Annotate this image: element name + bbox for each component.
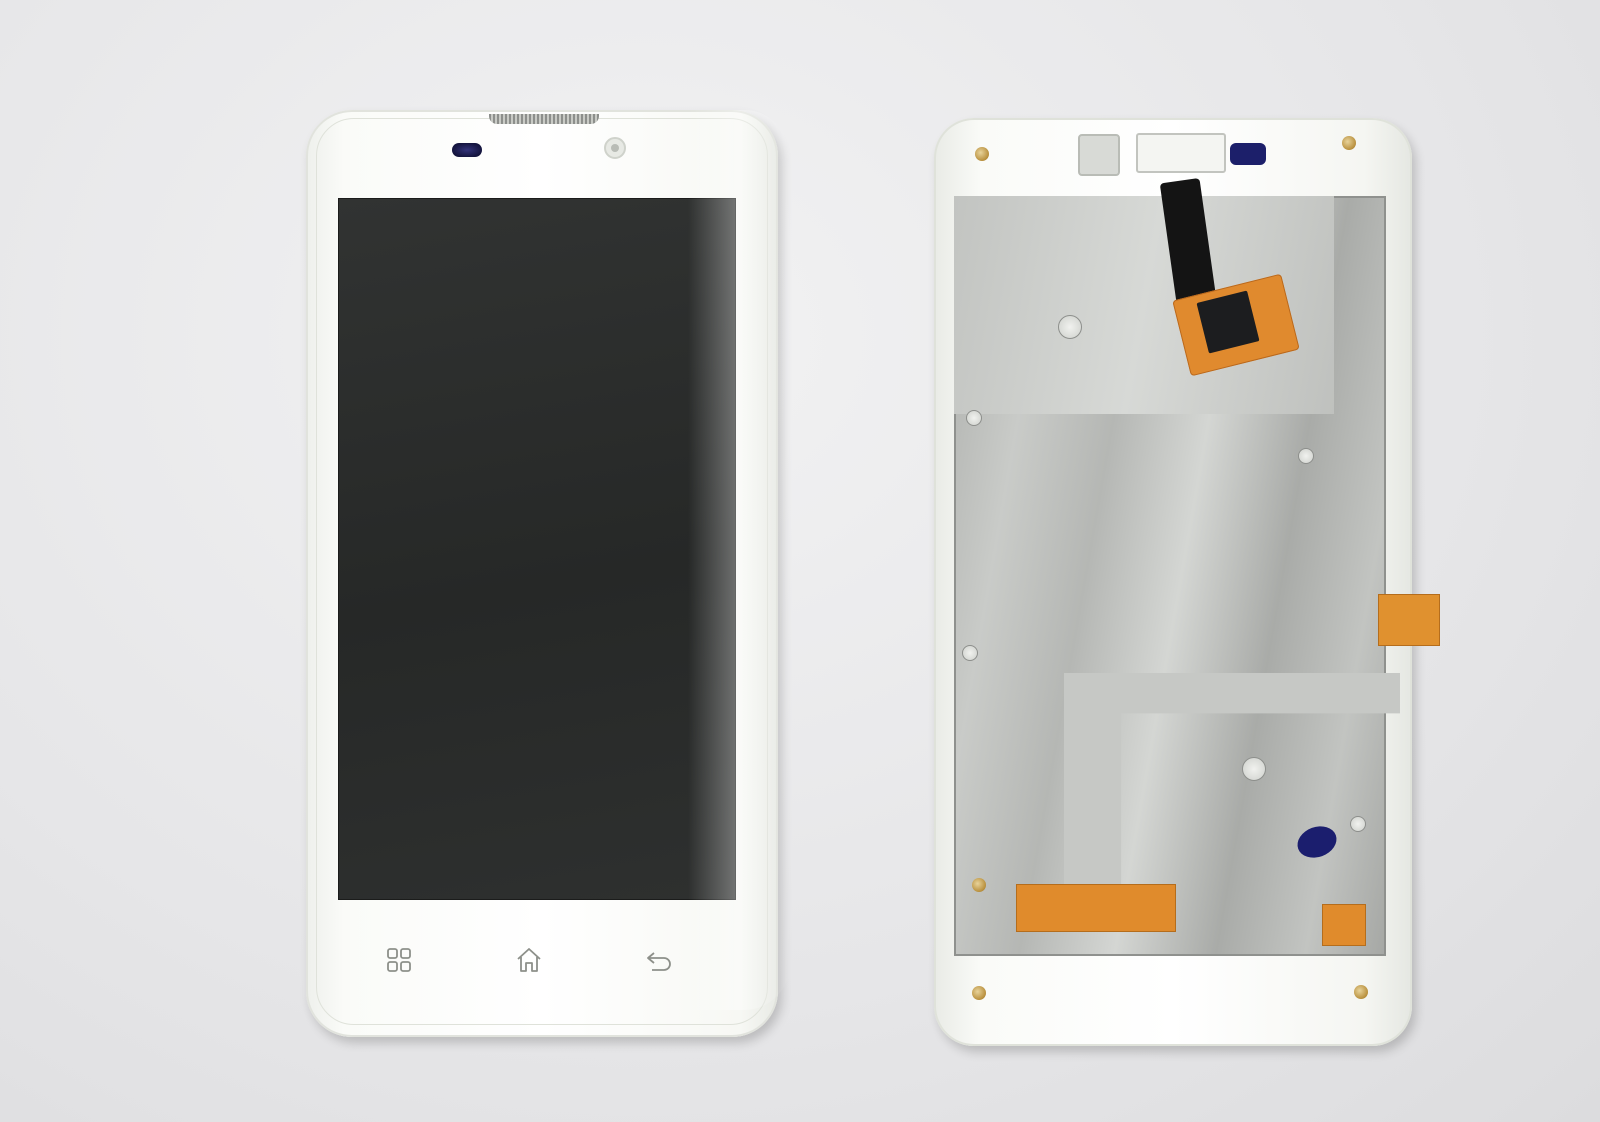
- label-flex-tab: [1322, 904, 1366, 946]
- shield-hole-lower: [1242, 757, 1266, 781]
- proximity-sensor-window: [452, 143, 482, 157]
- side-display-connector: [1378, 594, 1440, 646]
- shield-rivet: [966, 410, 982, 426]
- shield-rivet: [1350, 816, 1366, 832]
- display-module-front: [306, 110, 790, 1037]
- back-key-icon: [647, 952, 671, 971]
- home-key-icon: [517, 948, 541, 972]
- mounting-screw: [972, 986, 986, 1000]
- shield-rivet: [1298, 448, 1314, 464]
- front-camera-icon: [604, 137, 626, 159]
- mounting-screw: [975, 147, 989, 161]
- shield-hole: [1058, 315, 1082, 339]
- speaker-cutout: [1136, 133, 1226, 173]
- earpiece-speaker-grille: [489, 114, 599, 124]
- menu-key-icon: [387, 948, 411, 972]
- mounting-screw: [1342, 136, 1356, 150]
- mounting-screw: [972, 878, 986, 892]
- shield-rivet: [962, 645, 978, 661]
- mounting-screw: [1354, 985, 1368, 999]
- sensor-cutout: [1230, 143, 1266, 165]
- camera-cutout: [1078, 134, 1120, 176]
- lcd-screen: [338, 198, 736, 900]
- bottom-flex-strip: [1016, 884, 1176, 932]
